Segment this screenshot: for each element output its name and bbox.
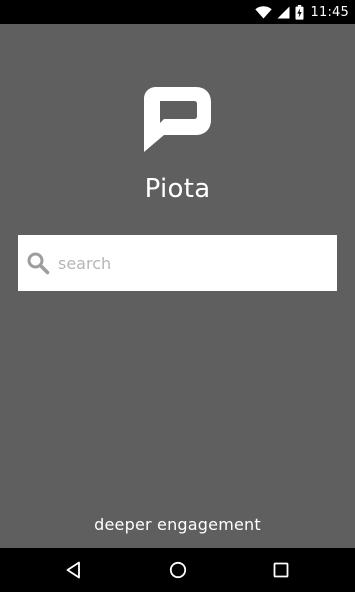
back-icon[interactable]: [63, 559, 85, 581]
piota-logo-icon: [144, 87, 212, 153]
status-bar: 11:45: [0, 0, 355, 24]
search-input[interactable]: [58, 235, 328, 291]
search-icon[interactable]: [26, 251, 50, 275]
battery-charging-icon: [295, 4, 304, 20]
cell-signal-icon: [277, 6, 290, 19]
app-title: Piota: [144, 174, 211, 204]
tagline: deeper engagement: [94, 515, 261, 534]
status-icons: 11:45: [254, 0, 349, 24]
navigation-bar: [0, 548, 355, 592]
status-time: 11:45: [310, 4, 349, 20]
app-screen: 11:45 Piota deeper engagement: [0, 0, 355, 592]
recents-icon[interactable]: [270, 559, 292, 581]
search-box[interactable]: [18, 235, 337, 291]
wifi-icon: [254, 5, 272, 19]
home-icon[interactable]: [167, 559, 189, 581]
